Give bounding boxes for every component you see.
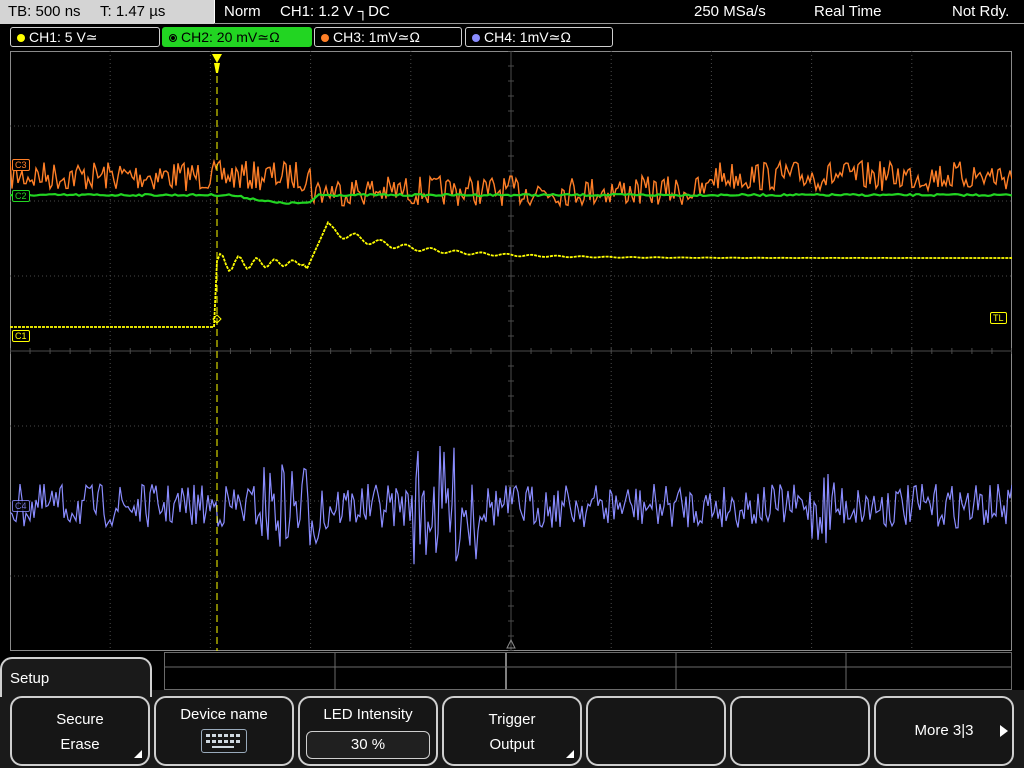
led-intensity-control[interactable]: LED Intensity 30 % <box>298 696 438 766</box>
secure-erase-label-line2: Erase <box>60 736 100 753</box>
ch3-color-dot <box>321 34 329 42</box>
menu-title: Setup <box>10 670 50 687</box>
trigger-time-value: T: 1.47 µs <box>100 3 166 20</box>
trigger-output-button[interactable]: Trigger Output <box>442 696 582 766</box>
submenu-arrow-icon <box>566 750 574 758</box>
status-bar: TB: 500 ns T: 1.47 µs Norm CH1: 1.2 V ┐D… <box>0 0 1024 24</box>
status-divider <box>214 23 1024 24</box>
submenu-arrow-icon <box>134 750 142 758</box>
led-intensity-value[interactable]: 30 % <box>306 731 430 759</box>
softkey-empty-5[interactable] <box>586 696 726 766</box>
more-label: More 3|3 <box>914 722 974 739</box>
channel-label: CH4: 1mV≃Ω <box>484 29 572 45</box>
ch4-offset-marker[interactable]: C4 <box>12 500 30 512</box>
softkey-empty-6[interactable] <box>730 696 870 766</box>
acquisition-status: Not Rdy. <box>952 3 1010 20</box>
trigger-output-label-line1: Trigger <box>488 711 536 728</box>
channel-tab-ch1[interactable]: CH1: 5 V≃ <box>10 27 160 47</box>
ch2-offset-marker[interactable]: C2 <box>12 190 30 202</box>
trigger-mode[interactable]: Norm <box>224 3 261 20</box>
device-name-button[interactable]: Device name <box>154 696 294 766</box>
waveform-graticule[interactable] <box>10 51 1012 651</box>
ch3-offset-marker[interactable]: C3 <box>12 159 30 171</box>
led-intensity-label: LED Intensity <box>323 706 413 723</box>
secure-erase-button[interactable]: Secure Erase <box>10 696 150 766</box>
keyboard-icon <box>201 729 247 753</box>
more-button[interactable]: More 3|3 <box>874 696 1014 766</box>
next-page-arrow-icon <box>1000 725 1008 737</box>
menu-title-tab: Setup <box>0 657 152 697</box>
ch4-color-dot <box>472 34 480 42</box>
channel-tab-ch4[interactable]: CH4: 1mV≃Ω <box>465 27 613 47</box>
channel-tab-ch2[interactable]: CH2: 20 mV≃Ω <box>162 27 312 47</box>
device-name-label: Device name <box>180 706 268 723</box>
trigger-marker-icon <box>212 54 222 63</box>
channel-label: CH3: 1mV≃Ω <box>333 29 421 45</box>
channel-tab-ch3[interactable]: CH3: 1mV≃Ω <box>314 27 462 47</box>
zoom-timebar[interactable] <box>164 652 1012 690</box>
sample-rate: 250 MSa/s <box>694 3 766 20</box>
ch1-offset-marker[interactable]: C1 <box>12 330 30 342</box>
acquisition-mode: Real Time <box>814 3 882 20</box>
trigger-output-label-line2: Output <box>489 736 535 753</box>
secure-erase-label-line1: Secure <box>56 711 104 728</box>
ch2-color-dot <box>169 34 177 42</box>
channel-label: CH2: 20 mV≃Ω <box>181 29 280 45</box>
timebase-value: TB: 500 ns <box>8 3 81 20</box>
channel-tabs: CH1: 5 V≃ CH2: 20 mV≃Ω CH3: 1mV≃Ω CH4: 1… <box>0 25 1024 49</box>
channel-label: CH1: 5 V≃ <box>29 29 98 45</box>
trigger-info[interactable]: CH1: 1.2 V ┐DC <box>280 3 390 20</box>
ch1-color-dot <box>17 34 25 42</box>
trigger-level-marker[interactable]: TL <box>990 312 1007 324</box>
timebase-box[interactable]: TB: 500 ns T: 1.47 µs <box>0 0 215 24</box>
